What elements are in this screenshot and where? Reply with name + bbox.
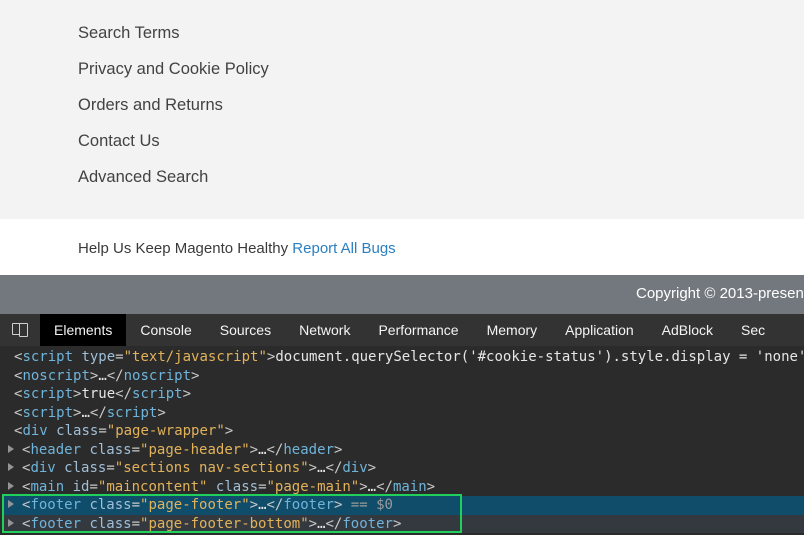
tab-memory[interactable]: Memory bbox=[473, 314, 552, 346]
source-row[interactable]: <script>true</script> bbox=[2, 385, 804, 403]
footer-link-orders-returns[interactable]: Orders and Returns bbox=[78, 94, 804, 117]
source-row[interactable]: <footer class="page-footer">…</footer> =… bbox=[2, 496, 804, 514]
elements-source-tree[interactable]: <script type="text/javascript">document.… bbox=[0, 346, 804, 535]
tab-elements[interactable]: Elements bbox=[40, 314, 126, 346]
tab-security[interactable]: Sec bbox=[727, 314, 779, 346]
footer-link-search-terms[interactable]: Search Terms bbox=[78, 22, 804, 45]
tab-performance[interactable]: Performance bbox=[364, 314, 472, 346]
expand-triangle-icon[interactable] bbox=[8, 482, 14, 490]
source-row[interactable]: <noscript>…</noscript> bbox=[2, 367, 804, 385]
tab-adblock[interactable]: AdBlock bbox=[648, 314, 727, 346]
source-row[interactable]: <div class="sections nav-sections">…</di… bbox=[2, 459, 804, 477]
source-row[interactable]: <header class="page-header">…</header> bbox=[2, 441, 804, 459]
copyright-text: Copyright © 2013-presen bbox=[0, 285, 804, 302]
page-preview: Search Terms Privacy and Cookie Policy O… bbox=[0, 0, 804, 314]
tab-network[interactable]: Network bbox=[285, 314, 364, 346]
footer-link-advanced-search[interactable]: Advanced Search bbox=[78, 166, 804, 189]
help-bar: Help Us Keep Magento Healthy Report All … bbox=[0, 219, 804, 275]
tab-sources[interactable]: Sources bbox=[206, 314, 285, 346]
source-row[interactable]: <footer class="page-footer-bottom">…</fo… bbox=[2, 515, 804, 533]
help-bar-text: Help Us Keep Magento Healthy bbox=[78, 240, 292, 257]
expand-triangle-icon[interactable] bbox=[8, 463, 14, 471]
tab-application[interactable]: Application bbox=[551, 314, 648, 346]
copyright-bar: Copyright © 2013-presen bbox=[0, 275, 804, 314]
selected-node-hint: == $0 bbox=[342, 497, 393, 513]
source-row[interactable]: <main id="maincontent" class="page-main"… bbox=[2, 478, 804, 496]
devtools-tabbar: Elements Console Sources Network Perform… bbox=[0, 314, 804, 346]
expand-triangle-icon[interactable] bbox=[8, 519, 14, 527]
source-row[interactable]: <script>…</script> bbox=[2, 404, 804, 422]
report-bugs-link[interactable]: Report All Bugs bbox=[292, 240, 395, 257]
expand-triangle-icon[interactable] bbox=[8, 500, 14, 508]
source-row[interactable]: <script type="text/javascript">document.… bbox=[2, 348, 804, 366]
footer-link-privacy[interactable]: Privacy and Cookie Policy bbox=[78, 58, 804, 81]
footer-links: Search Terms Privacy and Cookie Policy O… bbox=[0, 0, 804, 219]
footer-link-contact-us[interactable]: Contact Us bbox=[78, 130, 804, 153]
source-row[interactable]: <div class="page-wrapper"> bbox=[2, 422, 804, 440]
tab-console[interactable]: Console bbox=[126, 314, 205, 346]
expand-triangle-icon[interactable] bbox=[8, 445, 14, 453]
device-toggle-icon[interactable] bbox=[0, 314, 40, 346]
devtools-panel: Elements Console Sources Network Perform… bbox=[0, 314, 804, 535]
